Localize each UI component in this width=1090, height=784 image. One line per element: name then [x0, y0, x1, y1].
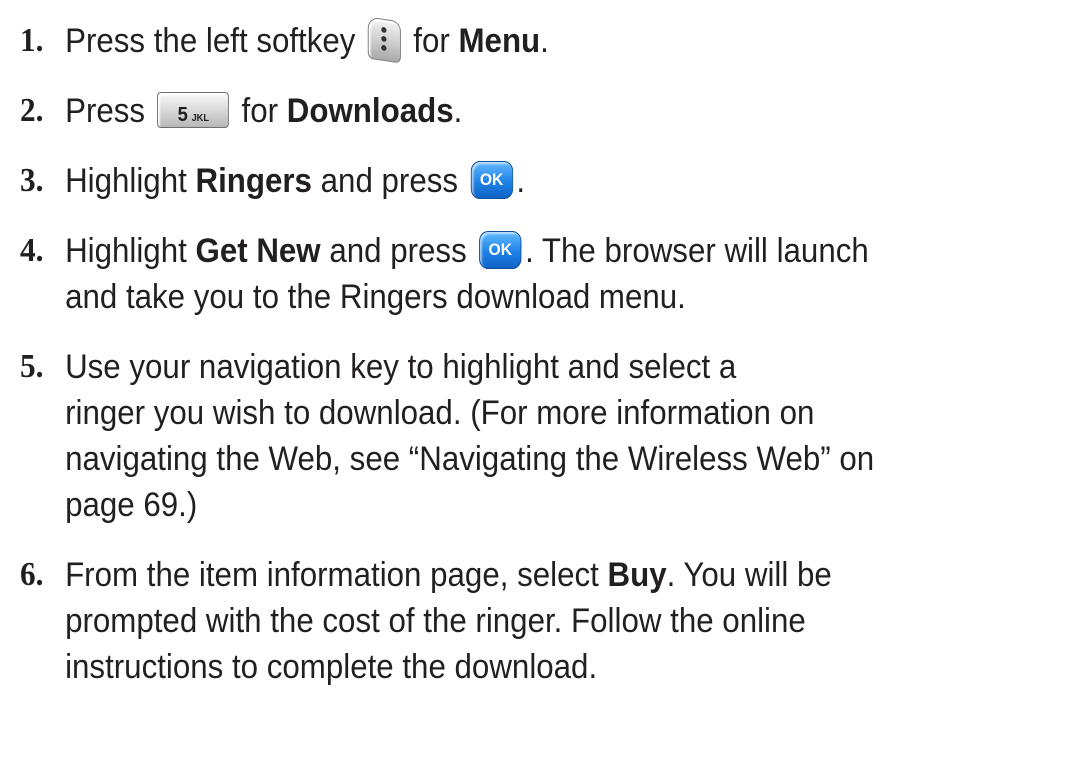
step-number: 4.: [20, 232, 44, 269]
step-text: . The browser will launch: [525, 232, 869, 270]
step-emphasis: Downloads: [286, 92, 454, 130]
step-emphasis: Get New: [195, 232, 321, 270]
step-text: and press: [311, 162, 459, 200]
step-number: 5.: [20, 348, 44, 385]
key-letters: JKL: [191, 113, 209, 125]
step-text: navigating the Web, see “Navigating the …: [65, 440, 875, 478]
keypad-5-icon: 5 JKL: [157, 92, 230, 129]
key-digit: 5: [177, 104, 188, 127]
step-text: Use your navigation key to highlight and…: [65, 348, 737, 386]
left-softkey-icon: [367, 16, 401, 64]
step-emphasis: Ringers: [195, 162, 312, 200]
step-text: for: [413, 22, 459, 60]
instruction-list: 1. Press the left softkey for Menu. 2. P…: [20, 16, 1080, 714]
step-text: and press: [320, 232, 467, 270]
step-text: for: [241, 92, 287, 130]
step-number: 3.: [20, 162, 44, 199]
step-6: 6. From the item information page, selec…: [20, 552, 1090, 690]
step-text: Press the left softkey: [65, 22, 356, 60]
step-text: Press: [65, 92, 146, 130]
step-5: 5. Use your navigation key to highlight …: [20, 344, 1090, 528]
step-text: . You will be: [666, 556, 832, 594]
step-text: instructions to complete the download.: [65, 648, 598, 686]
step-emphasis: Buy: [607, 556, 667, 594]
step-text: .: [453, 92, 463, 130]
step-text: page 69.): [65, 486, 198, 524]
ok-key-icon: OK: [479, 231, 522, 270]
step-text: ringer you wish to download. (For more i…: [65, 394, 815, 432]
step-3: 3. Highlight Ringers and press OK.: [20, 158, 1090, 204]
step-number: 2.: [20, 92, 44, 129]
step-text: Highlight: [65, 232, 196, 270]
step-text: .: [516, 162, 526, 200]
step-number: 1.: [20, 22, 44, 59]
step-emphasis: Menu: [458, 22, 541, 60]
step-2: 2. Press 5 JKL for Downloads.: [20, 88, 1090, 134]
step-text: .: [540, 22, 549, 60]
step-number: 6.: [20, 556, 44, 593]
step-4: 4. Highlight Get New and press OK. The b…: [20, 228, 1090, 320]
step-text: prompted with the cost of the ringer. Fo…: [65, 602, 806, 640]
step-text: Highlight: [65, 162, 196, 200]
step-text: From the item information page, select: [65, 556, 608, 594]
step-1: 1. Press the left softkey for Menu.: [20, 16, 1090, 64]
step-text: and take you to the Ringers download men…: [65, 278, 686, 316]
ok-key-icon: OK: [470, 161, 513, 200]
